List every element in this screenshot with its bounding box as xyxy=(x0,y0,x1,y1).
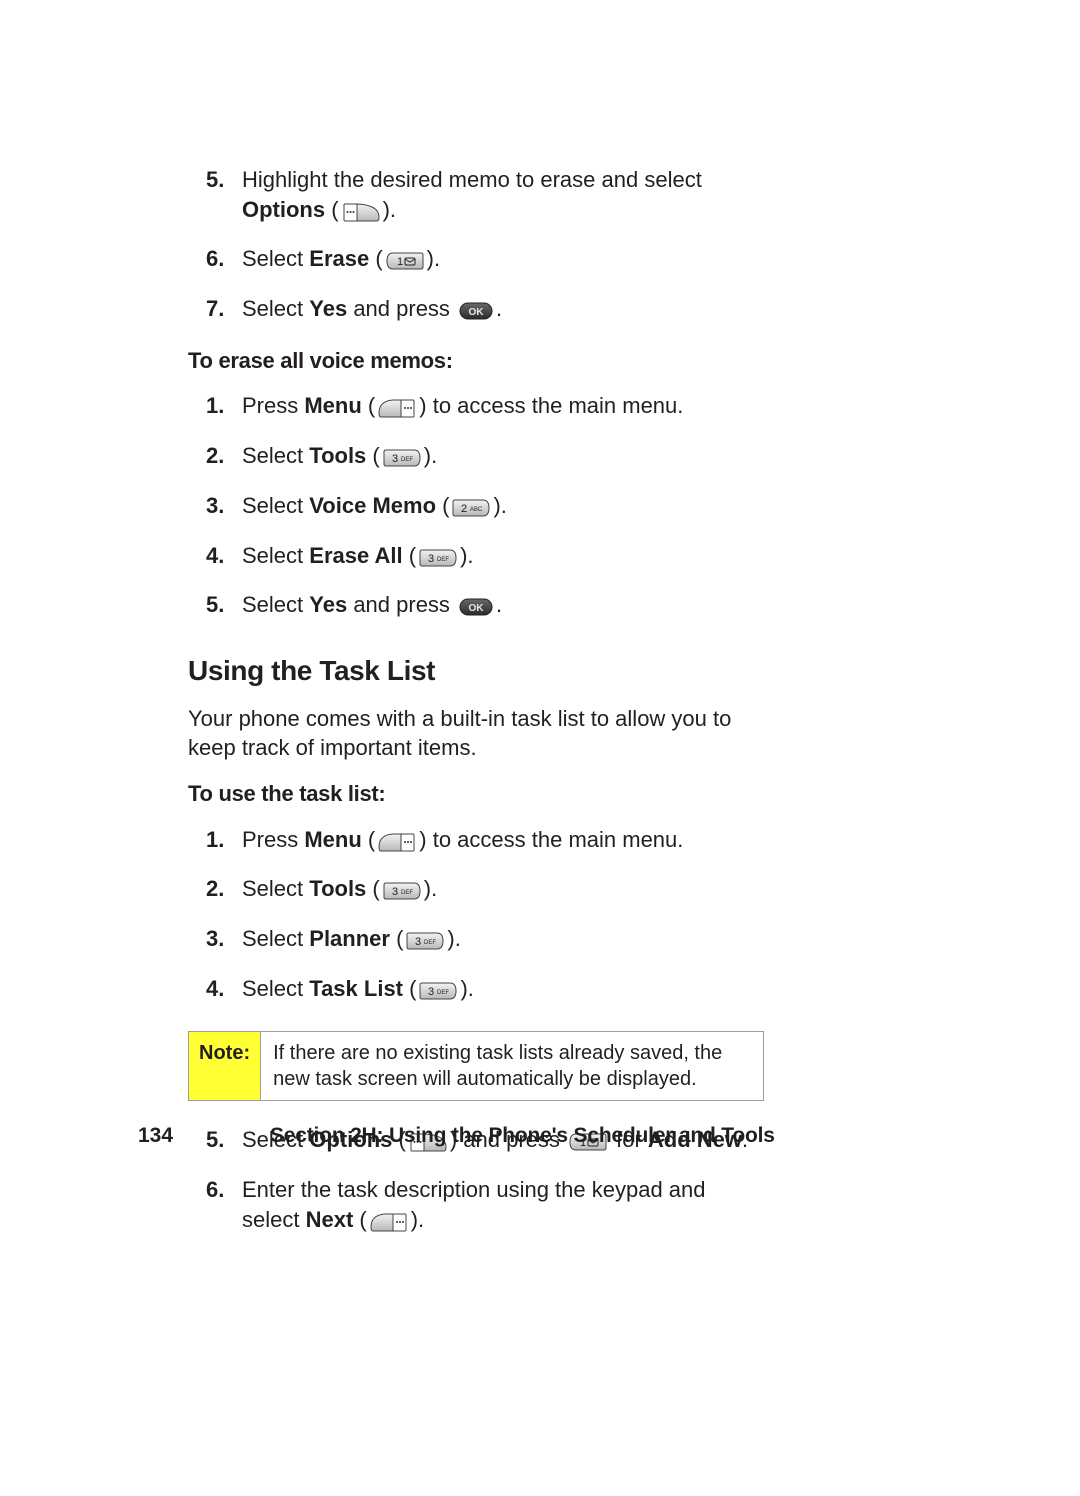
step-bold: Menu xyxy=(304,827,361,852)
step-bold: Tools xyxy=(309,876,366,901)
key-3-icon xyxy=(418,980,458,1010)
step-item: 4.Select Task List (). xyxy=(188,974,764,1010)
key-2-icon xyxy=(451,497,491,527)
step-number: 3. xyxy=(206,491,224,521)
step-item: 4.Select Erase All (). xyxy=(188,541,764,577)
softkey-left-icon xyxy=(377,397,417,427)
ok-key-icon xyxy=(458,300,494,330)
step-bold: Menu xyxy=(304,393,361,418)
step-bold: Task List xyxy=(309,976,403,1001)
step-item: 2.Select Tools (). xyxy=(188,874,764,910)
step-item: 1.Press Menu () to access the main menu. xyxy=(188,391,764,427)
step-number: 5. xyxy=(206,165,224,195)
step-number: 6. xyxy=(206,1175,224,1205)
step-number: 4. xyxy=(206,974,224,1004)
note-label: Note: xyxy=(189,1032,261,1100)
key-1-icon xyxy=(385,250,425,280)
step-number: 5. xyxy=(206,590,224,620)
step-item: 6.Enter the task description using the k… xyxy=(188,1175,764,1240)
step-bold: Yes xyxy=(309,592,347,617)
key-3-icon xyxy=(382,880,422,910)
steps-erase-all: 1.Press Menu () to access the main menu.… xyxy=(188,391,764,625)
step-number: 1. xyxy=(206,825,224,855)
step-bold: Erase xyxy=(309,246,369,271)
step-number: 2. xyxy=(206,441,224,471)
step-number: 2. xyxy=(206,874,224,904)
footer-section: Section 2H: Using the Phone's Scheduler … xyxy=(270,1124,775,1148)
step-bold: Tools xyxy=(309,443,366,468)
page-footer: 134 Section 2H: Using the Phone's Schedu… xyxy=(138,1124,778,1148)
step-item: 6.Select Erase (). xyxy=(188,244,764,280)
key-3-icon xyxy=(382,447,422,477)
key-3-icon xyxy=(405,930,445,960)
ok-key-icon xyxy=(458,596,494,626)
note-body: If there are no existing task lists alre… xyxy=(261,1032,763,1100)
subhead-use-task: To use the task list: xyxy=(188,779,764,809)
step-bold: Voice Memo xyxy=(309,493,436,518)
step-item: 5.Select Yes and press . xyxy=(188,590,764,626)
note-box: Note: If there are no existing task list… xyxy=(188,1031,764,1101)
steps-task-1: 1.Press Menu () to access the main menu.… xyxy=(188,825,764,1010)
key-3-icon xyxy=(418,547,458,577)
step-number: 3. xyxy=(206,924,224,954)
intro-paragraph: Your phone comes with a built-in task li… xyxy=(188,704,764,763)
step-number: 6. xyxy=(206,244,224,274)
step-item: 1.Press Menu () to access the main menu. xyxy=(188,825,764,861)
step-bold: Next xyxy=(306,1207,354,1232)
step-number: 7. xyxy=(206,294,224,324)
content-area: 5.Highlight the desired memo to erase an… xyxy=(188,165,764,1257)
step-number: 4. xyxy=(206,541,224,571)
step-item: 3.Select Planner (). xyxy=(188,924,764,960)
softkey-left-icon xyxy=(377,831,417,861)
softkey-left-icon xyxy=(369,1211,409,1241)
step-item: 3.Select Voice Memo (). xyxy=(188,491,764,527)
step-item: 7.Select Yes and press . xyxy=(188,294,764,330)
steps-top: 5.Highlight the desired memo to erase an… xyxy=(188,165,764,330)
section-title: Using the Task List xyxy=(188,652,764,690)
step-bold: Options xyxy=(242,197,325,222)
softkey-right-icon xyxy=(341,201,381,231)
step-bold: Yes xyxy=(309,296,347,321)
page-number: 134 xyxy=(138,1124,270,1148)
step-number: 1. xyxy=(206,391,224,421)
step-bold: Planner xyxy=(309,926,390,951)
subhead-erase-all: To erase all voice memos: xyxy=(188,346,764,376)
step-bold: Erase All xyxy=(309,543,402,568)
manual-page: 5.Highlight the desired memo to erase an… xyxy=(0,0,1080,1496)
step-item: 2.Select Tools (). xyxy=(188,441,764,477)
step-item: 5.Highlight the desired memo to erase an… xyxy=(188,165,764,230)
